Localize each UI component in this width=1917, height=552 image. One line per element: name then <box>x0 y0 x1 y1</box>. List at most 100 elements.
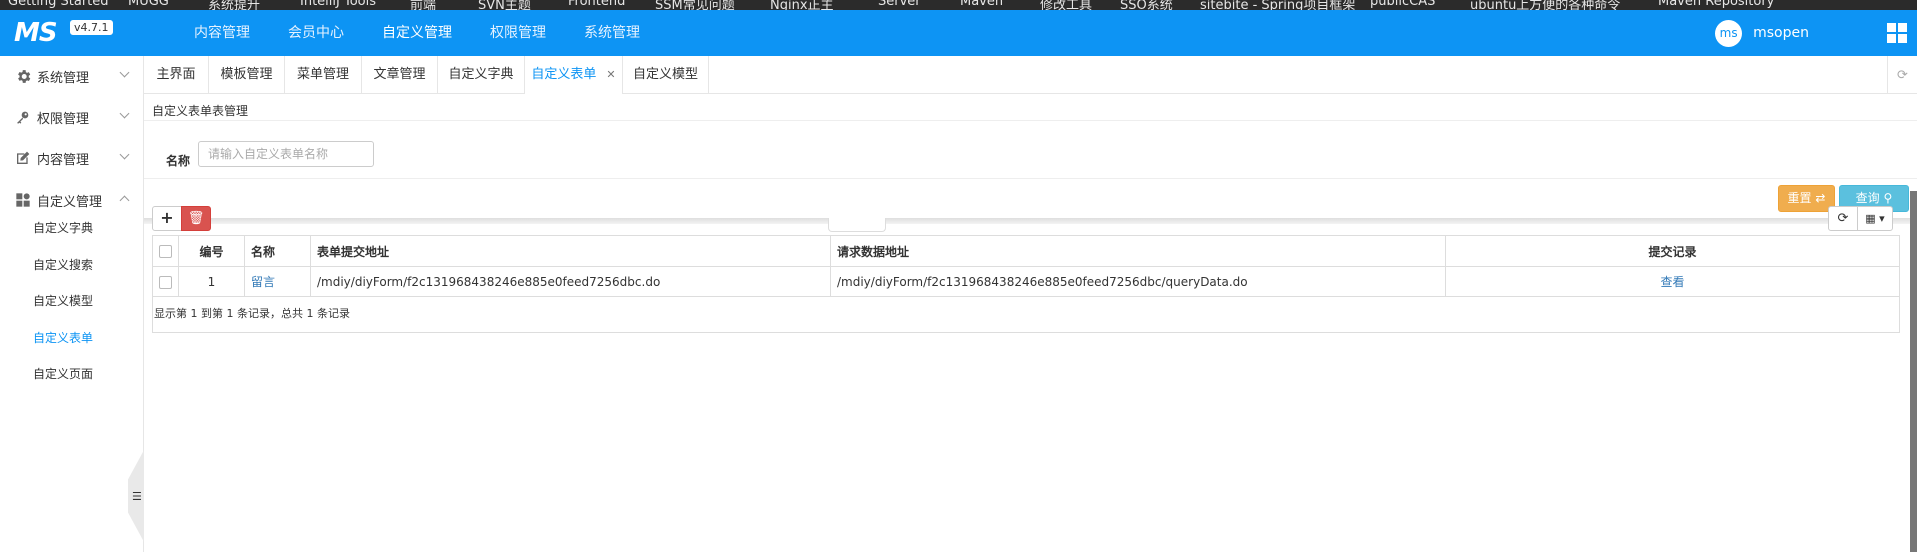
bookmark-item[interactable]: SSO系统 <box>1120 0 1173 10</box>
table-header-row: 编号 名称 表单提交地址 请求数据地址 提交记录 <box>152 235 1900 267</box>
delete-button[interactable]: 🗑 <box>181 206 211 231</box>
search-name-input[interactable] <box>198 141 374 167</box>
bookmark-item[interactable]: Maven Repository <box>1658 0 1774 9</box>
key-icon <box>14 108 32 126</box>
sidebar-item-label: 系统管理 <box>37 70 90 86</box>
avatar: ms <box>1715 19 1743 47</box>
col-header-data-url[interactable]: 请求数据地址 <box>830 235 1446 267</box>
close-icon[interactable]: ✕ <box>606 68 615 81</box>
sidebar-subitem-search[interactable]: 自定义搜索 <box>0 247 144 283</box>
version-badge: v4.7.1 <box>70 20 113 35</box>
pagination-info: 显示第 1 到第 1 条记录，总共 1 条记录 <box>152 296 1900 333</box>
table-refresh-button[interactable]: ⟳ <box>1828 206 1858 231</box>
row-checkbox[interactable] <box>159 275 172 289</box>
top-nav-member[interactable]: 会员中心 <box>269 10 363 56</box>
cell-name: 留言 <box>244 266 311 297</box>
sidebar-item-label: 权限管理 <box>37 111 90 127</box>
trash-icon: 🗑 <box>187 211 205 226</box>
col-header-submit-url[interactable]: 表单提交地址 <box>310 235 831 267</box>
top-header: MS v4.7.1 内容管理 会员中心 自定义管理 权限管理 系统管理 ms m… <box>0 10 1917 56</box>
page-title: 自定义表单表管理 <box>152 104 249 118</box>
tab-bar: 主界面 模板管理 菜单管理 文章管理 自定义字典 自定义表单 ✕ 自定义模型 ⟳ <box>144 56 1917 94</box>
tab-label: 菜单管理 <box>296 67 349 82</box>
bookmark-item[interactable]: sitebite - Spring项目框架 <box>1200 0 1355 10</box>
sidebar-item-content[interactable]: 内容管理 <box>0 138 144 178</box>
bookmark-item[interactable]: 修改工具 <box>1040 0 1092 10</box>
row-select-cell <box>152 266 179 297</box>
bookmark-item[interactable]: publicCAS <box>1370 0 1435 9</box>
tab-label: 文章管理 <box>373 67 426 82</box>
sidebar: 系统管理 权限管理 内容管理 自定义管理 自定义字典 自定义搜索 自定义模型 自… <box>0 56 144 552</box>
tab-templates[interactable]: 模板管理 <box>209 56 285 94</box>
bookmark-item[interactable]: IntelliJ Tools <box>300 0 376 9</box>
apps-grid-button[interactable] <box>1877 10 1917 56</box>
col-header-records[interactable]: 提交记录 <box>1445 235 1900 267</box>
main-content: 自定义表单表管理 名称 重置 ⇄ 查询 ⚲ + 🗑 ⟳ ▦ ▾ 编号 名称 表单… <box>144 94 1917 552</box>
top-nav-content[interactable]: 内容管理 <box>175 10 269 56</box>
tab-label: 主界面 <box>156 67 196 82</box>
sidebar-item-system[interactable]: 系统管理 <box>0 56 144 96</box>
tab-custom-dictionary[interactable]: 自定义字典 <box>438 56 525 94</box>
username: msopen <box>1753 25 1809 41</box>
cell-data-url: /mdiy/diyForm/f2c131968438246e885e0feed7… <box>830 266 1446 297</box>
bookmark-item[interactable]: 系统提升 <box>208 0 260 10</box>
sidebar-subitem-page[interactable]: 自定义页面 <box>0 356 144 392</box>
bookmark-item[interactable]: Getting Started <box>8 0 109 9</box>
refresh-icon: ⟳ <box>1897 67 1908 83</box>
top-nav-custom[interactable]: 自定义管理 <box>363 10 471 56</box>
tab-custom-form[interactable]: 自定义表单 ✕ <box>525 56 623 94</box>
view-records-link[interactable]: 查看 <box>1660 275 1684 289</box>
tab-custom-model[interactable]: 自定义模型 <box>623 56 709 94</box>
tab-label: 自定义模型 <box>632 67 698 82</box>
sidebar-subitem-model[interactable]: 自定义模型 <box>0 283 144 319</box>
bookmark-item[interactable]: ubuntu上方便的各种命令 <box>1470 0 1620 10</box>
sidebar-item-permission[interactable]: 权限管理 <box>0 97 144 137</box>
bookmark-item[interactable]: SSM常见问题 <box>655 0 735 10</box>
plus-icon: + <box>160 208 174 227</box>
table-row: 1 留言 /mdiy/diyForm/f2c131968438246e885e0… <box>152 266 1900 297</box>
data-table: 编号 名称 表单提交地址 请求数据地址 提交记录 1 留言 /mdiy/diyF… <box>152 235 1900 297</box>
add-button[interactable]: + <box>152 206 182 231</box>
user-menu[interactable]: ms msopen <box>1715 18 1809 48</box>
tab-label: 模板管理 <box>220 67 273 82</box>
cell-submit-url: /mdiy/diyForm/f2c131968438246e885e0feed7… <box>310 266 831 297</box>
refresh-icon: ⟳ <box>1837 211 1849 226</box>
bookmark-item[interactable]: MUGG <box>128 0 169 9</box>
chevron-down-icon <box>119 149 130 160</box>
tab-home[interactable]: 主界面 <box>144 56 209 94</box>
cell-id: 1 <box>178 266 245 297</box>
tab-menus[interactable]: 菜单管理 <box>285 56 362 94</box>
browser-bookmarks-bar: Getting Started MUGG 系统提升 IntelliJ Tools 前端 S… <box>0 0 1917 10</box>
tab-label: 自定义表单 <box>531 67 597 82</box>
sidebar-item-label: 自定义管理 <box>37 194 103 210</box>
bookmark-item[interactable]: 前端 <box>410 0 436 10</box>
bookmark-item[interactable]: Nginx正主 <box>770 0 834 10</box>
sidebar-subitem-dictionary[interactable]: 自定义字典 <box>0 210 144 246</box>
sidebar-subitem-form[interactable]: 自定义表单 <box>0 320 144 356</box>
columns-toggle-button[interactable]: ▦ ▾ <box>1857 206 1893 231</box>
table-toolbar: + 🗑 ⟳ ▦ ▾ <box>144 197 1917 237</box>
select-all-checkbox[interactable] <box>159 245 172 258</box>
bookmark-item[interactable]: Server <box>878 0 921 9</box>
tab-refresh-button[interactable]: ⟳ <box>1887 56 1917 94</box>
tab-label: 自定义字典 <box>448 67 514 82</box>
bookmark-item[interactable]: SVN主题 <box>478 0 531 10</box>
top-nav: 内容管理 会员中心 自定义管理 权限管理 系统管理 <box>175 10 659 56</box>
bookmark-item[interactable]: Maven <box>960 0 1003 9</box>
form-name-link[interactable]: 留言 <box>251 275 275 289</box>
col-header-id[interactable]: 编号 <box>178 235 245 267</box>
vertical-scrollbar[interactable] <box>1910 191 1917 552</box>
edit-icon <box>14 149 32 167</box>
cell-action: 查看 <box>1445 266 1900 297</box>
search-name-label: 名称 <box>166 154 191 168</box>
top-nav-system[interactable]: 系统管理 <box>565 10 659 56</box>
widgets-icon <box>14 191 32 209</box>
apps-grid-icon <box>1887 23 1907 43</box>
tab-articles[interactable]: 文章管理 <box>362 56 438 94</box>
top-nav-permission[interactable]: 权限管理 <box>471 10 565 56</box>
bookmark-item[interactable]: Frontend <box>568 0 625 9</box>
logo: MS <box>14 18 58 48</box>
indent-icon: ☰ <box>132 490 142 503</box>
col-header-name[interactable]: 名称 <box>244 235 311 267</box>
select-all-cell <box>152 235 179 267</box>
